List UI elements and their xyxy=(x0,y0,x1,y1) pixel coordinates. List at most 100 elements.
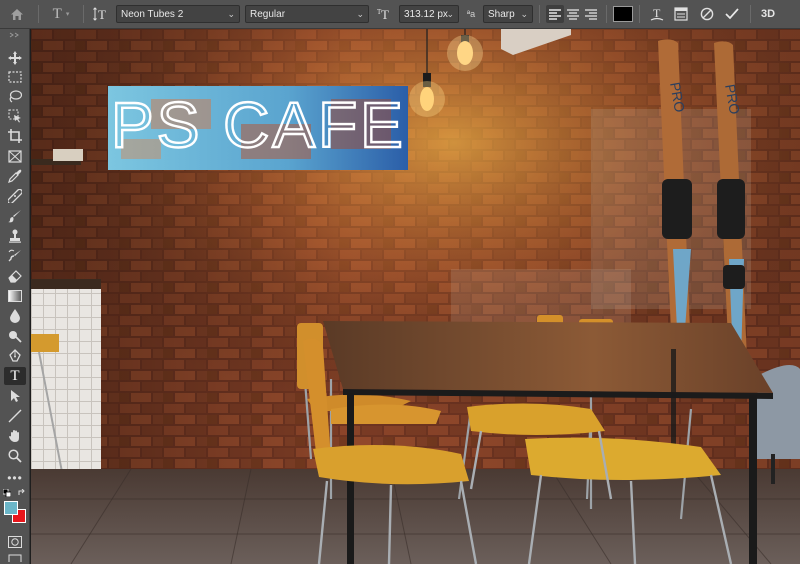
sign-text-layer: PS CAFE xyxy=(108,86,408,170)
options-bar: T ▾ T Neon Tubes 2 ⌄ Regular ⌄ TT 313.12… xyxy=(0,0,800,29)
divider xyxy=(639,5,640,23)
commit-button[interactable] xyxy=(720,3,744,25)
history-brush-tool[interactable] xyxy=(4,247,26,265)
font-style-value: Regular xyxy=(250,8,286,20)
sign-text: PS CAFE xyxy=(111,89,406,161)
font-family-select[interactable]: Neon Tubes 2 ⌄ xyxy=(116,5,240,23)
home-icon xyxy=(11,8,23,20)
align-center-icon xyxy=(567,8,579,20)
chevron-down-icon: ⌄ xyxy=(227,9,235,19)
screen-mode-icon xyxy=(8,554,22,562)
history-brush-icon xyxy=(8,249,21,262)
tool-preset-picker[interactable]: T ▾ xyxy=(45,3,77,25)
type-tool[interactable]: T xyxy=(4,367,26,385)
clone-stamp-tool[interactable] xyxy=(4,227,26,245)
path-selection-tool[interactable] xyxy=(4,387,26,405)
font-style-select[interactable]: Regular ⌄ xyxy=(245,5,369,23)
brush-tool[interactable] xyxy=(4,207,26,225)
align-right-button[interactable] xyxy=(582,5,600,23)
line-tool[interactable] xyxy=(4,407,26,425)
arrow-cursor-icon xyxy=(11,390,20,402)
align-center-button[interactable] xyxy=(564,5,582,23)
crop-tool[interactable] xyxy=(4,127,26,145)
move-icon xyxy=(8,51,22,65)
chevron-down-icon: ⌄ xyxy=(520,9,528,19)
frame-tool[interactable] xyxy=(4,147,26,165)
divider xyxy=(83,5,84,23)
default-colors-icon[interactable] xyxy=(3,489,11,497)
crop-icon xyxy=(8,129,22,143)
align-left-icon xyxy=(549,8,561,20)
panel-collapse-handle[interactable] xyxy=(4,31,26,39)
antialias-value: Sharp xyxy=(488,8,515,20)
zoom-tool[interactable] xyxy=(4,447,26,465)
quick-mask-button[interactable] xyxy=(4,533,26,551)
object-selection-tool[interactable] xyxy=(4,107,26,125)
eraser-tool[interactable] xyxy=(4,267,26,285)
more-icon: ••• xyxy=(7,471,23,485)
dodge-tool[interactable] xyxy=(4,327,26,345)
warp-text-button[interactable]: T xyxy=(646,3,668,25)
font-family-value: Neon Tubes 2 xyxy=(121,8,184,20)
align-left-button[interactable] xyxy=(546,5,564,23)
lasso-icon xyxy=(9,90,22,103)
divider xyxy=(539,5,540,23)
character-panel-button[interactable] xyxy=(668,3,694,25)
font-size-icon: TT xyxy=(374,3,396,25)
stamp-icon xyxy=(9,229,21,243)
line-icon xyxy=(8,409,22,423)
eraser-icon xyxy=(8,270,22,283)
type-icon: T xyxy=(10,367,20,384)
font-size-value: 313.12 px xyxy=(404,8,448,20)
cancel-button[interactable] xyxy=(694,3,720,25)
gradient-tool[interactable] xyxy=(4,287,26,305)
hand-icon xyxy=(9,430,19,442)
edit-toolbar-button[interactable]: ••• xyxy=(4,469,26,487)
chevron-down-icon: ▾ xyxy=(65,11,70,18)
svg-text:T: T xyxy=(381,7,389,21)
toggle-text-orientation-button[interactable]: T xyxy=(90,3,112,25)
commit-icon xyxy=(725,8,739,20)
healing-brush-tool[interactable] xyxy=(4,187,26,205)
drop-icon xyxy=(10,309,20,323)
warp-text-icon: T xyxy=(650,7,664,21)
divider xyxy=(38,5,39,23)
frame-icon xyxy=(8,149,22,163)
pen-icon xyxy=(9,349,21,362)
svg-text:T: T xyxy=(377,8,382,16)
text-orientation-icon: T xyxy=(93,7,106,21)
bandage-icon xyxy=(8,189,22,203)
type-tool-icon: T xyxy=(52,5,62,22)
pen-tool[interactable] xyxy=(4,347,26,365)
dodge-icon xyxy=(9,331,22,343)
character-panel-icon xyxy=(674,7,688,21)
move-tool[interactable] xyxy=(4,49,26,67)
screen-mode-button[interactable] xyxy=(4,553,26,563)
color-swatches xyxy=(3,489,29,529)
foreground-color-swatch[interactable] xyxy=(4,501,18,515)
divider xyxy=(750,5,751,23)
antialias-glyph: ªa xyxy=(466,9,476,19)
lasso-tool[interactable] xyxy=(4,87,26,105)
home-button[interactable] xyxy=(2,3,32,25)
font-size-select[interactable]: 313.12 px ⌄ xyxy=(399,5,459,23)
3d-label: 3D xyxy=(760,8,776,20)
eyedropper-icon xyxy=(8,169,22,183)
svg-text:T: T xyxy=(98,7,106,21)
antialias-select[interactable]: Sharp ⌄ xyxy=(483,5,533,23)
antialias-icon: ªa xyxy=(459,3,483,25)
eyedropper-tool[interactable] xyxy=(4,167,26,185)
tools-panel: T ••• xyxy=(0,29,30,564)
cafe-photo: PS CAFE PRO PRO xyxy=(31,29,800,564)
hand-tool[interactable] xyxy=(4,427,26,445)
marquee-tool[interactable] xyxy=(4,68,26,86)
divider xyxy=(606,5,607,23)
blur-tool[interactable] xyxy=(4,307,26,325)
gradient-icon xyxy=(8,290,22,302)
rectangle-marquee-icon xyxy=(8,71,22,83)
brush-icon xyxy=(8,210,21,223)
swap-colors-icon[interactable] xyxy=(18,489,26,497)
text-color-swatch[interactable] xyxy=(613,6,633,22)
document-canvas[interactable]: PS CAFE PRO PRO xyxy=(31,29,800,564)
3d-button[interactable]: 3D xyxy=(757,3,779,25)
